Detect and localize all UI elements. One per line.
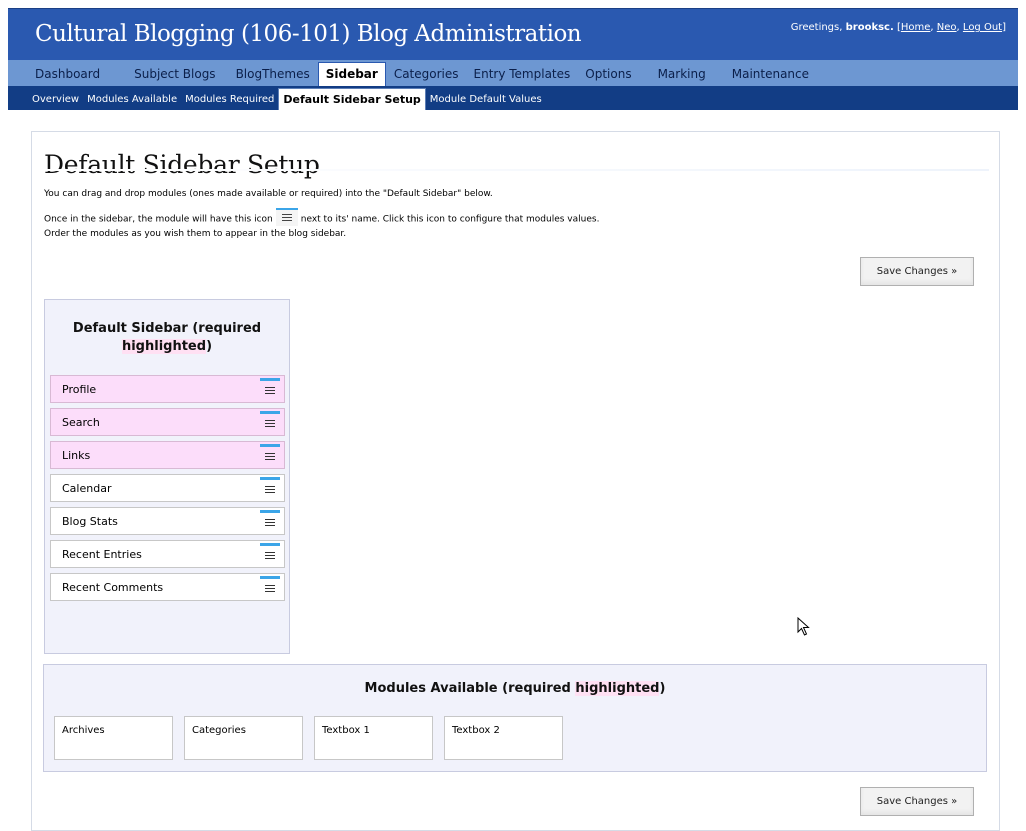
link-separator: , [930, 22, 934, 33]
modules-available-dropzone[interactable]: Modules Available (required highlighted)… [43, 664, 987, 772]
list-config-icon[interactable] [260, 444, 280, 464]
sidebar-module[interactable]: Blog Stats [50, 507, 285, 535]
user-greeting: Greetings, brooksc. [Home, Neo, Log Out] [791, 22, 1006, 33]
available-module[interactable]: Archives [54, 716, 173, 760]
tab-entry-templates[interactable]: Entry Templates [467, 64, 578, 86]
modules-available-title: Modules Available (required highlighted) [44, 681, 986, 696]
site-title: Cultural Blogging (106-101) Blog Adminis… [35, 21, 582, 47]
sidebar-module-list: Profile Search Links Calendar Blog Stats… [50, 375, 285, 606]
tab-categories[interactable]: Categories [387, 64, 466, 86]
logout-link[interactable]: Log Out [963, 22, 1002, 33]
sidebar-module[interactable]: Profile [50, 375, 285, 403]
save-changes-button-bottom[interactable]: Save Changes » [860, 787, 974, 816]
available-title-text: Modules Available (required [364, 681, 576, 696]
list-config-icon[interactable] [260, 378, 280, 398]
instruction-line-2: Once in the sidebar, the module will hav… [44, 208, 600, 228]
tab-subject-blogs[interactable]: Subject Blogs [127, 64, 222, 86]
username: brooksc. [845, 22, 894, 33]
available-title-highlight: highlighted [575, 681, 660, 696]
content-panel: Default Sidebar Setup You can drag and d… [31, 131, 1000, 831]
list-config-icon[interactable] [260, 510, 280, 530]
tab-maintenance[interactable]: Maintenance [725, 64, 816, 86]
home-link[interactable]: Home [901, 22, 931, 33]
tab-blogthemes[interactable]: BlogThemes [229, 64, 317, 86]
sidebar-title-close: ) [206, 339, 213, 354]
list-config-icon[interactable] [260, 576, 280, 596]
module-label: Profile [62, 383, 97, 396]
available-module-list: Archives Categories Textbox 1 Textbox 2 [54, 716, 563, 760]
sidebar-module[interactable]: Search [50, 408, 285, 436]
available-module[interactable]: Categories [184, 716, 303, 760]
module-label: Recent Comments [62, 581, 164, 594]
sidebar-module[interactable]: Recent Entries [50, 540, 285, 568]
list-config-icon[interactable] [260, 411, 280, 431]
secondary-nav: Overview Modules Available Modules Requi… [8, 86, 1018, 110]
tab-sidebar[interactable]: Sidebar [317, 62, 386, 86]
subtab-overview[interactable]: Overview [28, 90, 83, 110]
available-module[interactable]: Textbox 1 [314, 716, 433, 760]
module-label: Calendar [62, 482, 112, 495]
tab-dashboard[interactable]: Dashboard [28, 64, 107, 86]
module-label: Links [62, 449, 91, 462]
subtab-default-sidebar-setup[interactable]: Default Sidebar Setup [278, 88, 426, 110]
sidebar-title-text: Default Sidebar (required [72, 321, 262, 336]
tab-options[interactable]: Options [578, 64, 638, 86]
title-underline [44, 169, 989, 171]
page-title: Default Sidebar Setup [44, 150, 320, 179]
greeting-prefix: Greetings, [790, 22, 843, 33]
module-label: Blog Stats [62, 515, 118, 528]
sidebar-module[interactable]: Calendar [50, 474, 285, 502]
subtab-modules-required[interactable]: Modules Required [181, 90, 278, 110]
available-title-close: ) [659, 681, 666, 696]
list-config-icon[interactable] [260, 477, 280, 497]
link-separator: , [956, 22, 960, 33]
instruction-line-2b: next to its' name. Click this icon to co… [300, 214, 600, 225]
default-sidebar-dropzone[interactable]: Default Sidebar (required highlighted) P… [44, 299, 290, 654]
list-config-icon [275, 208, 298, 226]
available-module[interactable]: Textbox 2 [444, 716, 563, 760]
link-bracket-close: ] [1002, 22, 1006, 33]
module-label: Recent Entries [62, 548, 142, 561]
instruction-line-1: You can drag and drop modules (ones made… [44, 189, 493, 199]
mouse-pointer-icon [797, 617, 810, 636]
top-header: Cultural Blogging (106-101) Blog Adminis… [8, 8, 1018, 60]
instruction-line-3: Order the modules as you wish them to ap… [44, 229, 347, 239]
list-config-icon[interactable] [260, 543, 280, 563]
tab-marking[interactable]: Marking [651, 64, 713, 86]
save-changes-button-top[interactable]: Save Changes » [860, 257, 974, 286]
sidebar-module[interactable]: Recent Comments [50, 573, 285, 601]
sidebar-title-highlight: highlighted [121, 339, 207, 354]
default-sidebar-title: Default Sidebar (required highlighted) [45, 320, 289, 356]
neo-link[interactable]: Neo [937, 22, 957, 33]
subtab-modules-available[interactable]: Modules Available [83, 90, 181, 110]
primary-nav: Dashboard Subject Blogs BlogThemes Sideb… [8, 60, 1018, 86]
instruction-line-2a: Once in the sidebar, the module will hav… [44, 214, 273, 225]
module-label: Search [62, 416, 100, 429]
subtab-module-default-values[interactable]: Module Default Values [426, 90, 546, 110]
sidebar-module[interactable]: Links [50, 441, 285, 469]
